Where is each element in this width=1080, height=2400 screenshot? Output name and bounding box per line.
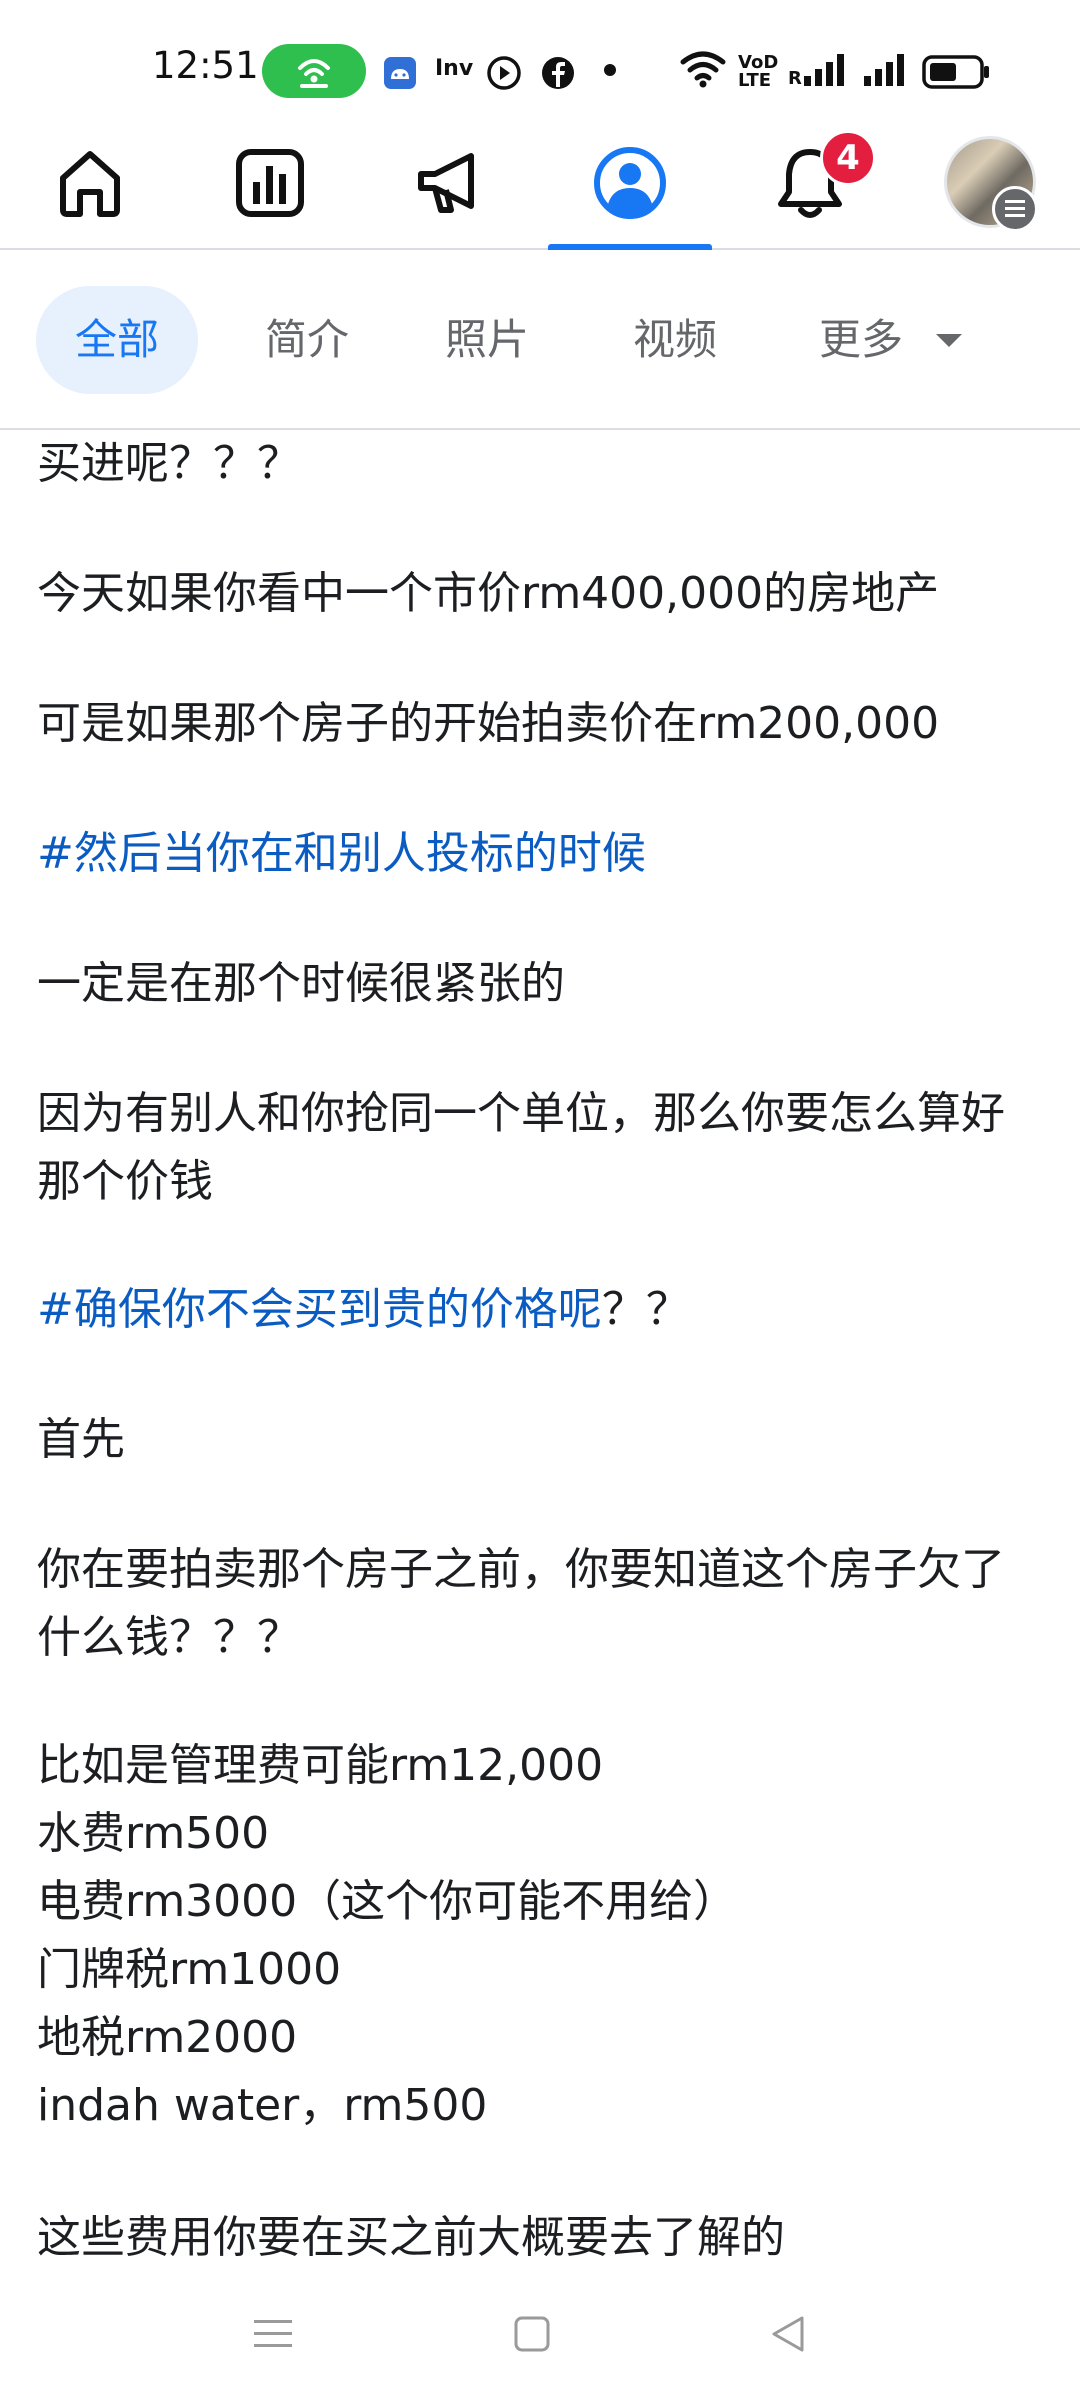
inv-icon: Inv [435,56,474,81]
post-line: 可是如果那个房子的开始拍卖价在rm200,000 [37,698,940,749]
android-icon [384,57,416,89]
facebook-top-nav: 4 [0,130,1080,250]
wifi-icon [680,51,726,88]
hotspot-icon [262,44,366,98]
post-line: 因为有别人和你抢同一个单位，那么你要怎么算好那个价钱 [37,1088,1005,1207]
post-line: 这些费用你要在买之前大概要去了解的 [37,2212,785,2263]
facebook-icon [542,57,574,89]
hashtag-link[interactable]: #确保你不会买到贵的价格呢 [37,1284,602,1335]
chevron-down-icon[interactable] [936,334,962,347]
hashtag-link[interactable]: #然后当你在和别人投标的时候 [37,820,646,888]
post-line: 你在要拍卖那个房子之前，你要知道这个房子欠了什么钱？？？ [37,1544,1005,1663]
record-icon [487,56,521,90]
post-line: 今天如果你看中一个市价rm400,000的房地产 [37,568,940,619]
battery-icon [922,55,989,89]
post-line: indah water，rm500 [37,2080,488,2131]
profile-icon [594,147,666,219]
dot-icon [604,64,616,76]
menu-icon[interactable] [252,2314,294,2354]
nav-ads[interactable] [368,130,532,248]
dashboard-icon [236,149,304,217]
post-line: 电费rm3000（这个你可能不用给） [37,1876,738,1927]
nav-home[interactable] [8,130,172,248]
post-line: 水费rm500 [37,1808,270,1859]
megaphone-icon [418,153,474,213]
tab-videos[interactable]: 视频 [594,286,756,394]
signal-icon [804,54,844,86]
post-line: 地税rm2000 [37,2012,298,2063]
profile-filter-tabs: 全部 简介 照片 视频 更多 [0,250,1080,430]
back-icon[interactable] [768,2314,808,2354]
post-line: 比如是管理费可能rm12,000 [37,1740,604,1791]
post-text: ？？ [601,1284,690,1335]
tab-about[interactable]: 简介 [226,286,388,394]
signal-icon-2 [864,54,904,86]
post-line: 首先 [37,1414,125,1465]
system-navigation-bar [0,2270,1080,2400]
tab-all[interactable]: 全部 [36,286,198,394]
volte-label-bottom: LTE [738,70,772,91]
notification-badge: 4 [820,130,876,186]
post-line-with-hashtag: #确保你不会买到贵的价格呢？？ [37,1276,690,1344]
home-square-icon[interactable] [512,2314,552,2354]
status-bar: 12:51 Inv VoD LTE R [0,0,1080,130]
volte-icon: VoD LTE [738,54,778,90]
status-time: 12:51 [152,44,259,87]
post-line: 一定是在那个时候很紧张的 [37,958,565,1009]
tab-more[interactable]: 更多 [780,286,942,394]
nav-dashboard[interactable] [188,130,352,248]
nav-profile[interactable] [548,130,712,250]
tab-photos[interactable]: 照片 [406,286,568,394]
roaming-icon: R [788,68,802,89]
post-line: 门牌税rm1000 [37,1944,342,1995]
menu-icon-badge[interactable] [992,186,1038,232]
home-icon [60,151,120,217]
post-line: 买进呢？？？ [37,438,301,489]
